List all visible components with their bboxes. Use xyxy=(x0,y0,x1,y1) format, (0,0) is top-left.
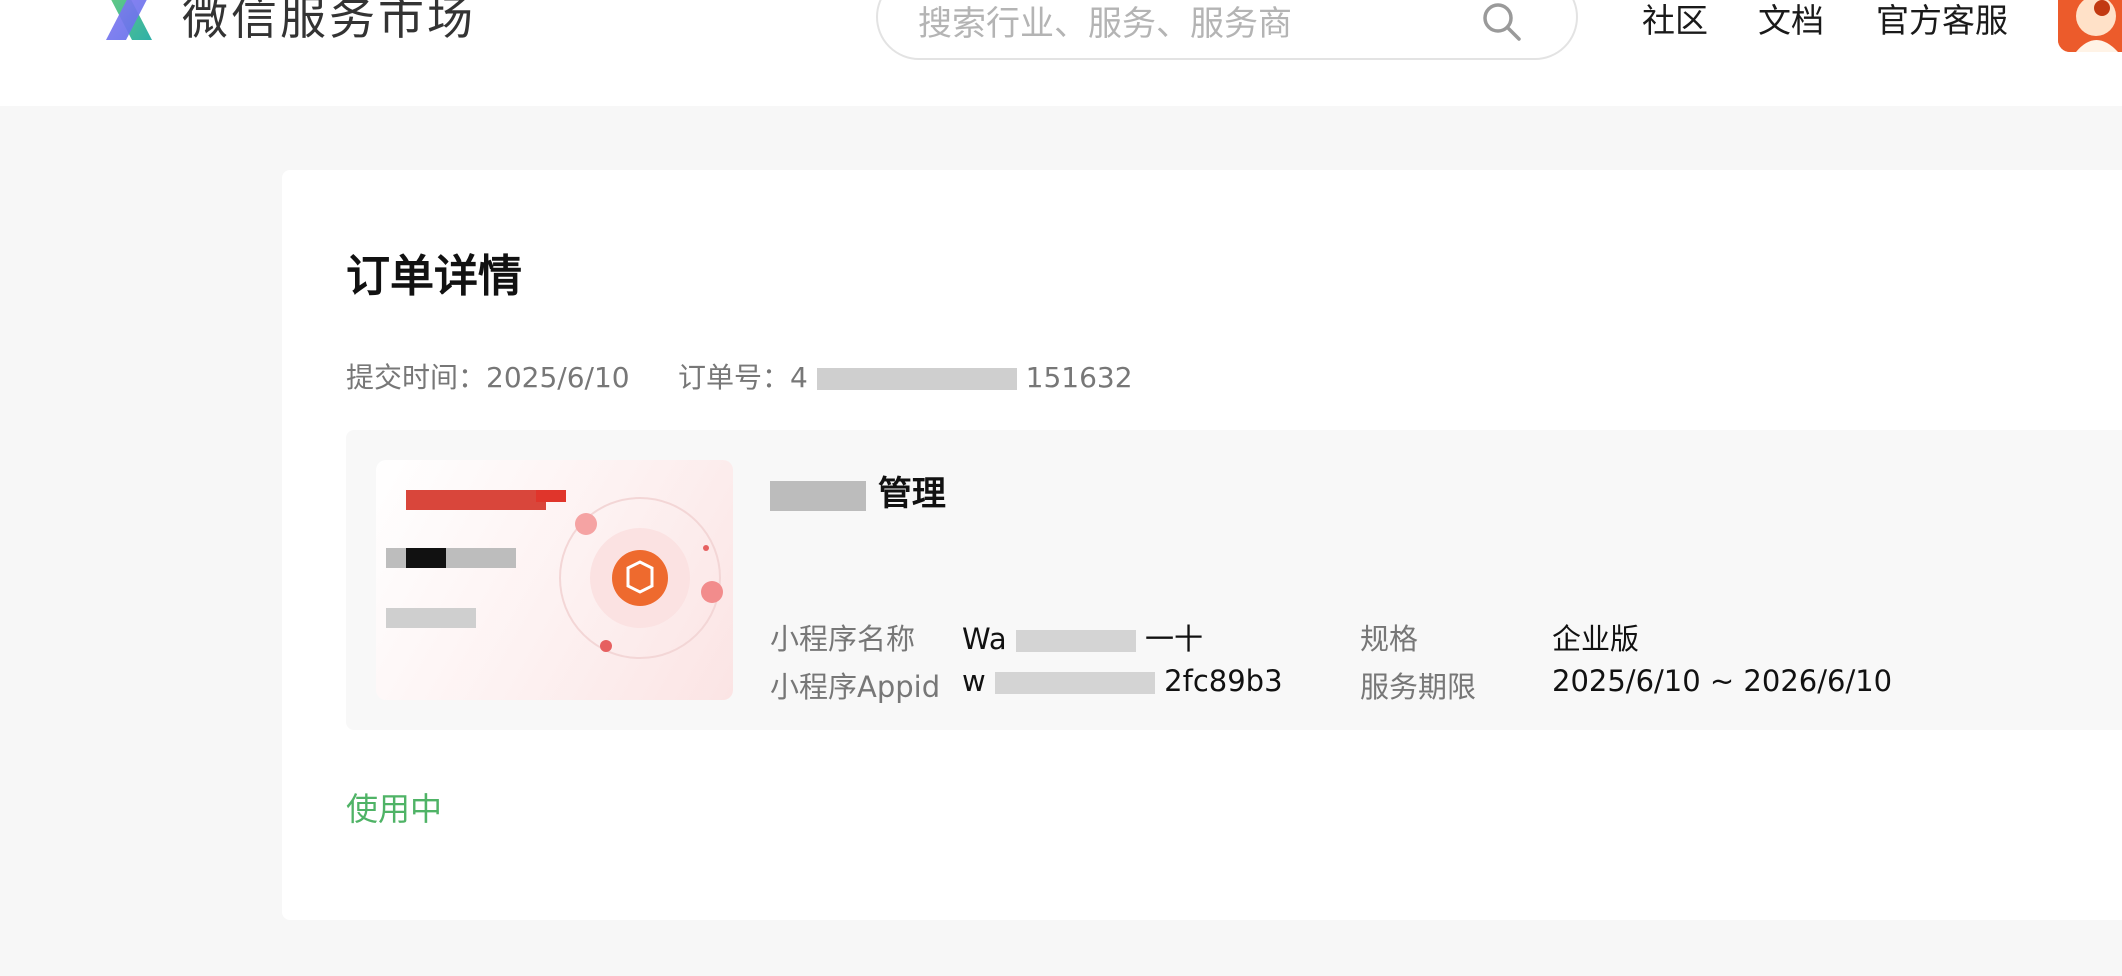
redacted-block xyxy=(770,480,866,511)
spec-value: 企业版 xyxy=(1552,622,1640,656)
wechat-service-market-logo-icon[interactable] xyxy=(96,0,162,44)
order-number-prefix: 4 xyxy=(790,361,808,394)
spec-label: 规格 xyxy=(1360,622,1419,656)
product-panel: 管理 小程序名称 Wa 一十 小程序Appid w 2fc89b3 规格 企业版… xyxy=(346,430,2122,730)
user-avatar[interactable] xyxy=(2058,0,2122,52)
search-box[interactable] xyxy=(876,0,1578,60)
product-name[interactable]: 管理 xyxy=(770,466,946,515)
search-icon[interactable] xyxy=(1480,0,1524,44)
search-input[interactable] xyxy=(918,2,1478,46)
redacted-block xyxy=(816,368,1017,390)
mini-program-name-prefix: Wa xyxy=(962,622,1007,656)
nav-docs[interactable]: 文档 xyxy=(1758,0,1824,42)
order-detail-card: 订单详情 提交时间：2025/6/10 订单号：4 151632 管理 小程序名… xyxy=(282,170,2122,920)
order-status: 使用中 xyxy=(346,790,443,828)
submit-time: 提交时间：2025/6/10 xyxy=(346,356,630,396)
order-number: 订单号：4 151632 xyxy=(678,356,1133,396)
appid-prefix: w xyxy=(962,664,986,698)
order-number-label: 订单号： xyxy=(678,361,791,394)
service-period-value: 2025/6/10 ~ 2026/6/10 xyxy=(1552,664,1893,698)
appid-label: 小程序Appid xyxy=(770,670,941,704)
appid-value: w 2fc89b3 xyxy=(962,664,1283,698)
appid-suffix: 2fc89b3 xyxy=(1164,664,1283,698)
mini-program-name-label: 小程序名称 xyxy=(770,622,916,656)
brand-name[interactable]: 微信服务市场 xyxy=(182,0,476,48)
service-period-label: 服务期限 xyxy=(1360,670,1477,704)
product-name-visible: 管理 xyxy=(877,474,946,514)
submit-time-label: 提交时间： xyxy=(346,361,487,394)
page-title: 订单详情 xyxy=(346,251,522,302)
redacted-block xyxy=(994,672,1155,694)
submit-time-value: 2025/6/10 xyxy=(486,361,630,394)
product-thumbnail-image-icon xyxy=(386,490,723,659)
mini-program-name-value: Wa 一十 xyxy=(962,616,1203,658)
redacted-block xyxy=(1015,630,1136,652)
nav-customer-service[interactable]: 官方客服 xyxy=(1876,0,2008,42)
mini-program-name-suffix: 一十 xyxy=(1145,622,1204,656)
avatar-image-icon xyxy=(2058,0,2122,52)
nav-community[interactable]: 社区 xyxy=(1642,0,1708,42)
order-number-suffix: 151632 xyxy=(1025,361,1133,394)
product-thumbnail[interactable] xyxy=(376,460,733,700)
top-header: 微信服务市场 社区 文档 官方客服 xyxy=(0,0,2122,106)
